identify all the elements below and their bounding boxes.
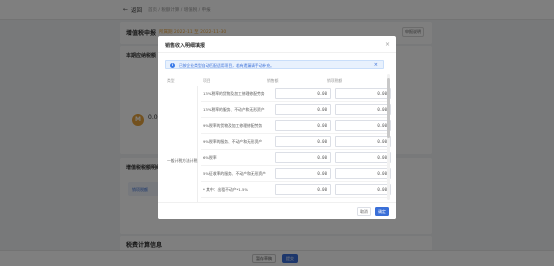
sales-input[interactable]: 0.00: [275, 184, 331, 195]
dialog-footer: 取消 确定: [158, 202, 396, 219]
column-header-tax: 销项税额: [327, 78, 343, 83]
sales-input[interactable]: 0.00: [275, 104, 331, 115]
table-row: 13%税率的货物及加工修理修配劳务 0.00 0.00: [201, 86, 391, 102]
row-item: * 其中：出租不动产*1.5%: [203, 187, 249, 192]
income-table: 类型 项目 销售额 销项税额 一般计税方法计税 13%税率的货物及加工修理修配劳…: [165, 76, 391, 219]
notice-close-icon[interactable]: ×: [374, 62, 378, 68]
table-row: 6%税率 0.00 0.00: [201, 150, 391, 166]
tax-input[interactable]: 0.00: [335, 184, 391, 195]
sales-input[interactable]: 0.00: [275, 88, 331, 99]
sales-input[interactable]: 0.00: [275, 120, 331, 131]
sales-income-dialog: 销售收入明细填报 × i 已按企业类型自动匹配适用项目，若有遗漏请手动补充。 ×…: [158, 36, 396, 219]
tax-input[interactable]: 0.00: [335, 104, 391, 115]
dialog-header: 销售收入明细填报 ×: [158, 36, 396, 53]
row-item: 9%税率的服务、不动产和无形资产: [203, 139, 263, 144]
confirm-button[interactable]: 确定: [375, 207, 389, 216]
table-row: 13%税率的服务、不动产和无形资产 0.00 0.00: [201, 102, 391, 118]
sales-input[interactable]: 0.00: [275, 152, 331, 163]
table-header: 类型 项目 销售额 销项税额: [165, 76, 387, 86]
column-divider: [197, 86, 198, 219]
column-header-sales: 销售额: [267, 78, 279, 83]
row-item: 6%税率: [203, 155, 217, 160]
sales-input[interactable]: 0.00: [275, 136, 331, 147]
close-icon[interactable]: ×: [385, 41, 390, 48]
column-header-type: 类型: [167, 78, 175, 83]
info-icon: i: [170, 62, 175, 68]
tax-input[interactable]: 0.00: [335, 152, 391, 163]
tax-input[interactable]: 0.00: [335, 136, 391, 147]
row-item: 13%税率的货物及加工修理修配劳务: [203, 91, 265, 96]
cancel-button[interactable]: 取消: [357, 207, 371, 216]
info-notice: i 已按企业类型自动匹配适用项目，若有遗漏请手动补充。 ×: [165, 60, 384, 69]
tax-input[interactable]: 0.00: [335, 168, 391, 179]
table-row: 9%税率的货物及加工修理修配劳务 0.00 0.00: [201, 118, 391, 134]
tax-input[interactable]: 0.00: [335, 120, 391, 131]
group-label: 一般计税方法计税: [167, 158, 198, 163]
sales-input[interactable]: 0.00: [275, 168, 331, 179]
table-row: 9%税率的服务、不动产和无形资产 0.00 0.00: [201, 134, 391, 150]
dialog-scrollbar[interactable]: [387, 74, 390, 200]
notice-text: 已按企业类型自动匹配适用项目，若有遗漏请手动补充。: [179, 63, 274, 68]
tax-input[interactable]: 0.00: [335, 88, 391, 99]
row-item: 5%征收率的服务、不动产和无形资产: [203, 171, 266, 176]
scrollbar-thumb[interactable]: [387, 78, 390, 138]
table-row: * 其中：出租不动产*1.5% 0.00 0.00: [201, 182, 391, 198]
dialog-title: 销售收入明细填报: [165, 43, 206, 49]
column-header-item: 项目: [203, 78, 211, 83]
table-row: 5%征收率的服务、不动产和无形资产 0.00 0.00: [201, 166, 391, 182]
row-item: 13%税率的服务、不动产和无形资产: [203, 107, 265, 112]
row-item: 9%税率的货物及加工修理修配劳务: [203, 123, 263, 128]
